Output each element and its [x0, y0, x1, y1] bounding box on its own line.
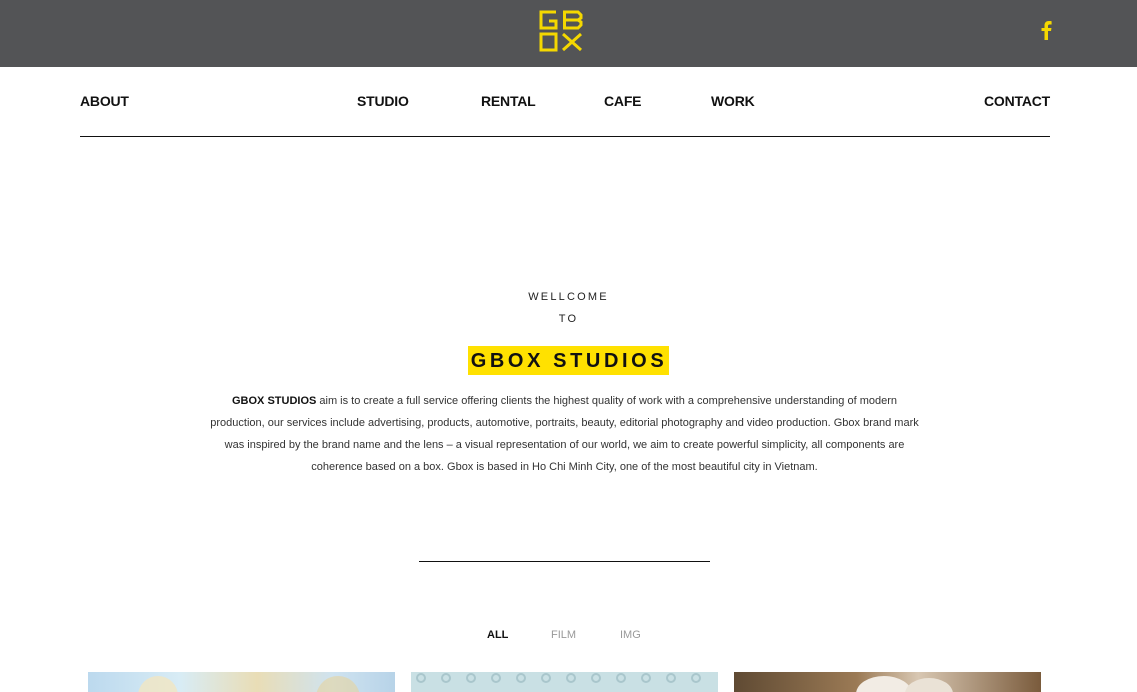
- nav-rental-link[interactable]: RENTAL: [481, 93, 536, 109]
- filter-all[interactable]: ALL: [487, 629, 508, 641]
- nav-cafe-link[interactable]: CAFE: [604, 93, 642, 109]
- thumbnail-3-image: [856, 676, 953, 692]
- gallery-thumbnail-2[interactable]: [411, 672, 718, 692]
- gallery-thumbnail-1[interactable]: [88, 672, 395, 692]
- description-brand: GBOX STUDIOS: [232, 395, 317, 407]
- nav-contact-link[interactable]: CONTACT: [984, 93, 1050, 109]
- gallery-thumbnail-3[interactable]: [734, 672, 1041, 692]
- section-divider: [419, 561, 710, 562]
- nav-about-link[interactable]: ABOUT: [80, 93, 129, 109]
- nav-studio-link[interactable]: STUDIO: [357, 93, 409, 109]
- welcome-text: WELLCOME: [528, 291, 609, 303]
- thumbnail-1-image: [138, 676, 360, 692]
- filter-img[interactable]: IMG: [620, 629, 641, 641]
- description-text: aim is to create a full service offering…: [210, 395, 919, 473]
- top-bar: [0, 0, 1137, 67]
- thumbnail-2-image: [416, 673, 701, 683]
- facebook-icon[interactable]: [1039, 20, 1053, 40]
- main-nav: ABOUT STUDIO RENTAL CAFE WORK CONTACT: [80, 85, 1050, 137]
- filter-film[interactable]: FILM: [551, 629, 576, 641]
- title-wrapper: GBOX STUDIOS: [0, 346, 1137, 375]
- intro-description: GBOX STUDIOS aim is to create a full ser…: [210, 390, 919, 478]
- page-title: GBOX STUDIOS: [467, 346, 670, 375]
- gbox-logo[interactable]: [538, 9, 584, 53]
- nav-work-link[interactable]: WORK: [711, 93, 755, 109]
- to-text: TO: [558, 313, 579, 325]
